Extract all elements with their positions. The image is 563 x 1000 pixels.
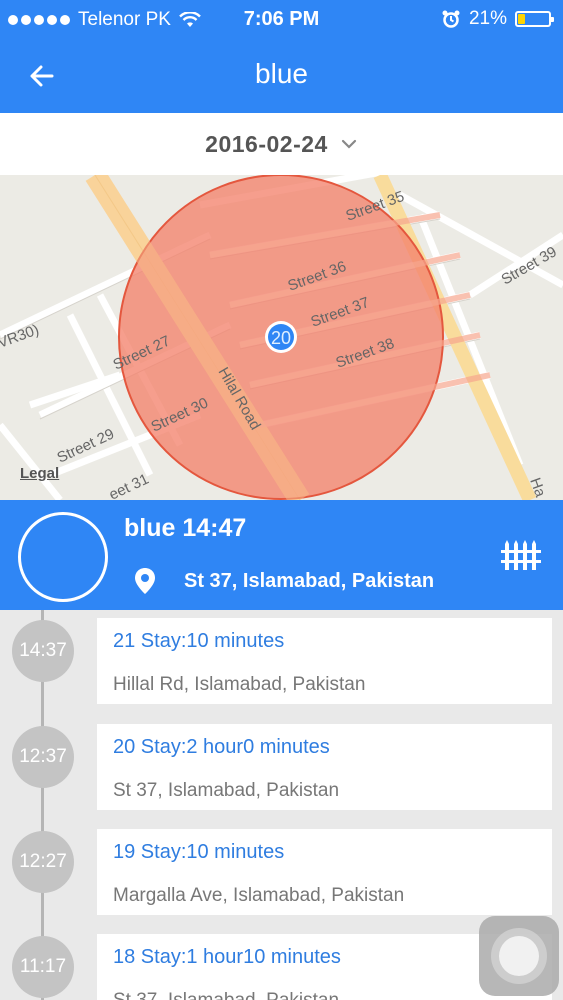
map-canvas: Street 35 Street 36 Street 37 Street 38 … <box>0 175 563 500</box>
page-title: blue <box>255 58 308 89</box>
chevron-down-icon <box>341 139 356 149</box>
status-bar: Telenor PK 7:06 PM 21% <box>0 0 563 40</box>
date-selector[interactable]: 2016-02-24 <box>0 113 563 175</box>
map-view[interactable]: Street 35 Street 36 Street 37 Street 38 … <box>0 175 563 500</box>
nav-bar: blue <box>0 40 563 113</box>
battery-percent: 21% <box>468 8 507 29</box>
stay-card[interactable]: 20 Stay:2 hour0 minutes St 37, Islamabad… <box>97 724 552 810</box>
stay-card[interactable]: 19 Stay:10 minutes Margalla Ave, Islamab… <box>97 829 552 915</box>
device-title: blue 14:47 <box>124 514 247 542</box>
stay-card[interactable]: 21 Stay:10 minutes Hillal Rd, Islamabad,… <box>97 618 552 704</box>
map-legal-link[interactable]: Legal <box>20 465 59 482</box>
stay-title: 20 Stay:2 hour0 minutes <box>113 736 330 758</box>
fence-icon[interactable] <box>501 540 541 570</box>
stay-address: St 37, Islamabad, Pakistan <box>113 780 340 801</box>
stay-address: Margalla Ave, Islamabad, Pakistan <box>113 885 405 906</box>
list-item: 14:37 21 Stay:10 minutes Hillal Rd, Isla… <box>0 618 563 704</box>
top-bar: Telenor PK 7:06 PM 21% blue <box>0 0 563 113</box>
date-value: 2016-02-24 <box>205 130 328 157</box>
assistive-touch-button[interactable] <box>479 916 559 996</box>
stay-title: 21 Stay:10 minutes <box>113 630 285 652</box>
status-right: 21% <box>441 8 554 30</box>
assistive-touch-dot <box>499 936 539 976</box>
stay-address: St 37, Islamabad, Pakistan <box>113 990 339 1000</box>
timeline-time-badge: 12:27 <box>12 831 74 893</box>
avatar[interactable] <box>18 512 108 602</box>
device-address: St 37, Islamabad, Pakistan <box>184 570 435 592</box>
stay-address: Hillal Rd, Islamabad, Pakistan <box>113 674 366 695</box>
stay-title: 19 Stay:10 minutes <box>113 841 285 863</box>
marker-label: 20 <box>271 328 291 348</box>
location-pin-icon <box>135 568 155 594</box>
alarm-clock-icon <box>442 10 460 28</box>
stay-title: 18 Stay:1 hour10 minutes <box>113 946 341 968</box>
timeline-time-badge: 12:37 <box>12 726 74 788</box>
road-label-vr30: VR30) <box>0 321 41 352</box>
list-item: 12:37 20 Stay:2 hour0 minutes St 37, Isl… <box>0 724 563 810</box>
list-item: 12:27 19 Stay:10 minutes Margalla Ave, I… <box>0 829 563 915</box>
timeline-time-badge: 14:37 <box>12 620 74 682</box>
app-screen: Telenor PK 7:06 PM 21% blue 2016-02-24 S… <box>0 0 563 1000</box>
street-label-31: eet 31 <box>107 471 152 500</box>
battery-icon <box>515 11 554 27</box>
device-info-panel: blue 14:47 St 37, Islamabad, Pakistan <box>0 500 563 610</box>
timeline-time-badge: 11:17 <box>12 936 74 998</box>
